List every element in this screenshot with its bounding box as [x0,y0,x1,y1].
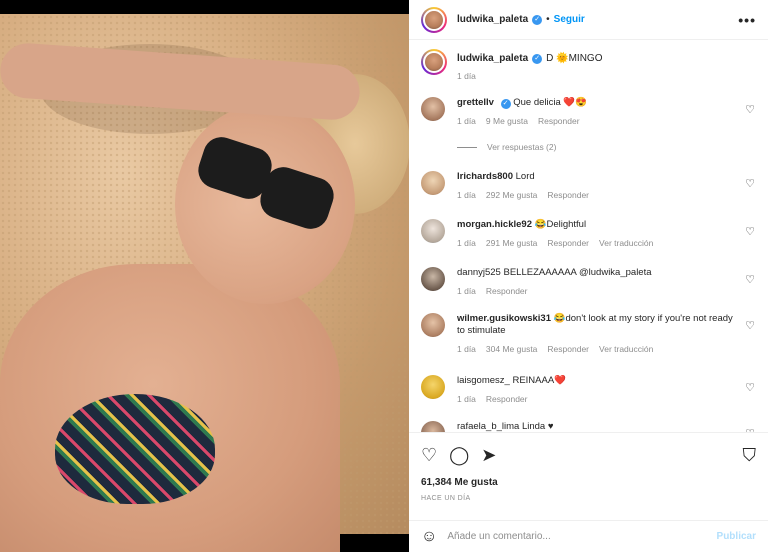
replies-line [457,146,477,148]
comment-item: lrichards800 Lord 1 día 292 Me gusta Res… [421,171,761,200]
like-heart-icon[interactable]: ♡ [421,445,437,465]
comment-item: rafaela_b_lima Linda ♥ ♡ [421,421,761,432]
follow-button[interactable]: Seguir [554,14,585,25]
add-comment-bar: ☺ Publicar [409,520,768,552]
commenter-avatar[interactable] [421,421,445,432]
commenter-username[interactable]: rafaela_b_lima [457,421,519,432]
post-side-panel: ludwika_paleta ✓ • Seguir ••• ludwika_pa… [409,0,768,552]
like-comment-heart-icon[interactable]: ♡ [745,177,755,190]
comment-likes[interactable]: 304 Me gusta [486,344,538,354]
comment-text: Lord [515,171,535,182]
commenter-avatar[interactable] [421,219,445,243]
comment-time: 1 día [457,394,476,404]
emoji-icon[interactable]: ☺ [421,528,437,546]
comment-text: Linda ♥ [521,421,554,432]
commenter-username[interactable]: lrichards800 [457,171,513,182]
comment-item: morgan.hickle92 😂Delightful 1 día 291 Me… [421,219,761,248]
reply-button[interactable]: Responder [538,116,580,126]
post-photo[interactable] [0,0,409,552]
verified-badge-icon: ✓ [532,14,543,25]
share-send-icon[interactable]: ➤ [481,445,496,465]
reply-button[interactable]: Responder [547,344,589,354]
post-header: ludwika_paleta ✓ • Seguir ••• [409,0,768,40]
photo-frame [0,14,409,552]
verified-badge-icon: ✓ [532,53,543,64]
caption-author-avatar[interactable] [421,49,447,75]
post-caption: ludwika_paleta ✓ D 🌞MINGO 1 día [421,49,602,81]
reply-button[interactable]: Responder [486,394,528,404]
post-timestamp: HACE UN DÍA [421,495,471,502]
see-translation-button[interactable]: Ver traducción [599,344,653,354]
reply-button[interactable]: Responder [547,238,589,248]
author-avatar[interactable] [421,6,447,33]
comment-time: 1 día [457,286,476,296]
caption-time: 1 día [457,71,476,81]
dot-separator: • [546,14,550,25]
comment-likes[interactable]: 292 Me gusta [486,190,538,200]
comment-likes[interactable]: 9 Me gusta [486,116,528,126]
comment-item: laisgomesz_ REINAAA❤️ 1 día Responder ♡ [421,375,761,404]
commenter-username[interactable]: laisgomesz_ [457,375,510,386]
commenter-avatar[interactable] [421,97,445,121]
view-replies[interactable]: Ver respuestas (2) [457,142,556,152]
comment-text: 😂Delightful [534,219,587,230]
like-comment-heart-icon[interactable]: ♡ [745,273,755,286]
commenter-username[interactable]: morgan.hickle92 [457,219,532,230]
verified-badge-icon: ✓ [500,99,511,109]
author-username[interactable]: ludwika_paleta [457,14,528,25]
commenter-username[interactable]: dannyj525 [457,267,501,278]
comment-item: grettellv ✓ Que delicia ❤️😍 1 día 9 Me g… [421,97,761,126]
commenter-avatar[interactable] [421,171,445,195]
view-replies-label[interactable]: Ver respuestas (2) [487,142,556,152]
like-comment-heart-icon[interactable]: ♡ [745,319,755,332]
comment-item: wilmer.gusikowski31 😂don't look at my st… [421,313,761,354]
publish-button[interactable]: Publicar [717,531,756,542]
commenter-avatar[interactable] [421,375,445,399]
photo-bikini [55,394,215,504]
reply-button[interactable]: Responder [547,190,589,200]
commenter-avatar[interactable] [421,267,445,291]
comment-text: BELLEZAAAAAA @ludwika_paleta [503,267,652,278]
commenter-username[interactable]: wilmer.gusikowski31 [457,313,551,324]
like-comment-heart-icon[interactable]: ♡ [745,103,755,116]
bookmark-icon[interactable]: ⛉ [743,445,757,466]
caption-text: D 🌞MINGO [546,53,603,64]
comment-time: 1 día [457,116,476,126]
like-comment-heart-icon[interactable]: ♡ [745,381,755,394]
reply-button[interactable]: Responder [486,286,528,296]
comment-item: dannyj525 BELLEZAAAAAA @ludwika_paleta 1… [421,267,761,296]
comment-text: REINAAA❤️ [512,375,566,386]
comment-input[interactable] [447,531,698,542]
comment-time: 1 día [457,190,476,200]
post-actions: ♡ ◯ ➤ ⛉ 61,384 Me gusta HACE UN DÍA [409,432,768,520]
comment-text: Que delicia ❤️😍 [513,97,588,108]
likes-count[interactable]: 61,384 Me gusta [421,477,498,488]
more-options-icon[interactable]: ••• [738,12,756,28]
comment-bubble-icon[interactable]: ◯ [449,445,469,465]
caption-author-username[interactable]: ludwika_paleta [457,53,528,64]
comment-time: 1 día [457,344,476,354]
like-comment-heart-icon[interactable]: ♡ [745,225,755,238]
commenter-username[interactable]: grettellv [457,97,494,108]
comment-likes[interactable]: 291 Me gusta [486,238,538,248]
comments-list[interactable]: ludwika_paleta ✓ D 🌞MINGO 1 día grettell… [409,40,768,432]
commenter-avatar[interactable] [421,313,445,337]
comment-time: 1 día [457,238,476,248]
see-translation-button[interactable]: Ver traducción [599,238,653,248]
